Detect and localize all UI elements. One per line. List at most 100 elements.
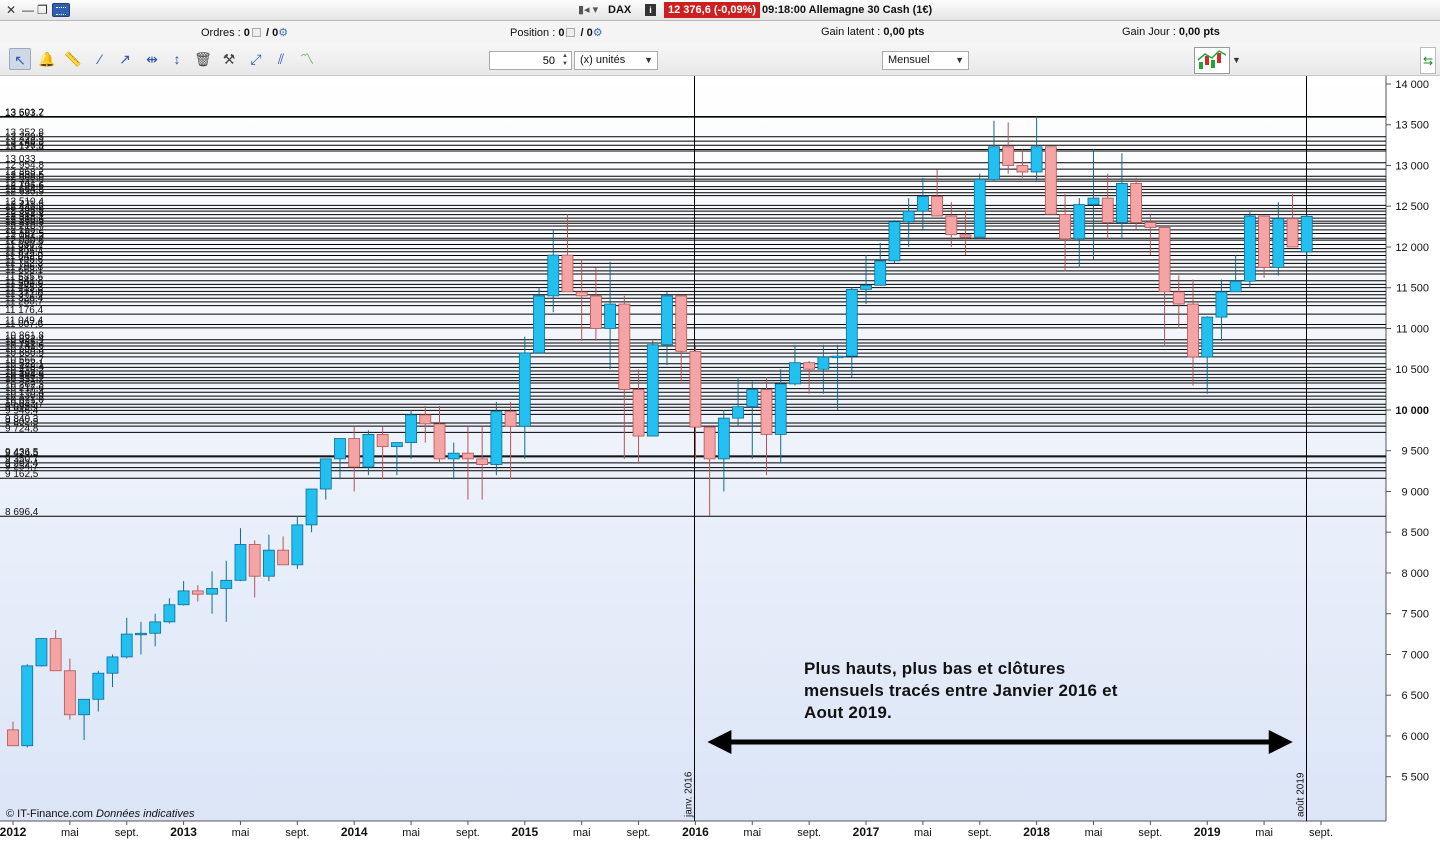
candle-up [319, 458, 332, 490]
candle-up [746, 389, 759, 408]
info-icon[interactable]: i [645, 4, 656, 16]
position-settings-icon[interactable]: ⚙ [593, 27, 603, 39]
candle-down [1286, 218, 1299, 248]
indicator-icon[interactable]: 〽 [296, 48, 318, 70]
candle-up [547, 254, 560, 297]
candle-up [789, 362, 801, 385]
x-axis: 2012 mai sept. 2013 mai sept. 2014 mai sept. 2015… [0, 821, 1333, 839]
position-info: Position : 0 / 0⚙ [510, 26, 603, 39]
y-tick-label: 11 500 [1396, 283, 1429, 295]
candle-up [220, 579, 233, 589]
keyboard-icon[interactable] [52, 3, 70, 17]
cancel-orders-icon[interactable] [251, 28, 261, 37]
chevron-down-icon[interactable]: ▼ [1232, 55, 1241, 65]
candle-up [988, 146, 1000, 180]
orders-info: Ordres : 0 / 0⚙ [201, 26, 288, 39]
candle-up [732, 406, 744, 419]
candle-up [206, 588, 218, 595]
candle-down [1144, 222, 1157, 228]
candle-down [959, 234, 972, 238]
chart-type-button[interactable] [1194, 47, 1230, 74]
candle-up [291, 524, 304, 566]
minimize-icon[interactable]: — [22, 3, 34, 17]
orders-label: Ordres : [201, 27, 241, 39]
x-tick-label: sept. [115, 827, 139, 839]
candle-up [860, 284, 872, 290]
candlestick-chart[interactable]: 13 601,213 593,713 352,813 299,513 248,3… [0, 76, 1440, 841]
symbol-switch-icon[interactable]: ▮◂ ▾ [578, 3, 598, 16]
candle-up [518, 352, 531, 427]
candle-down [462, 452, 474, 460]
symbol-name[interactable]: DAX [608, 4, 631, 16]
chevron-down-icon: ▼ [644, 55, 653, 65]
candle-up [390, 442, 403, 448]
gain-latent-label: Gain latent : [821, 26, 881, 38]
close-position-icon[interactable] [566, 28, 576, 37]
x-tick-label: sept. [456, 827, 480, 839]
x-tick-label: mai [573, 827, 591, 839]
chevron-down-icon: ▼ [955, 55, 964, 65]
y-tick-label: 12 000 [1395, 242, 1429, 254]
candle-up [1300, 215, 1313, 253]
candle-up [78, 698, 90, 716]
candle-down [433, 423, 446, 460]
restore-icon[interactable]: ❐ [37, 3, 48, 17]
candle-down [504, 411, 517, 427]
candle-up [533, 295, 545, 354]
chart-window: ✕ — ❐ ▮◂ ▾ DAX i 12 376,6 (-0,09%) 09:18… [0, 0, 1440, 841]
candle-up [263, 549, 275, 577]
candle-down [632, 389, 645, 437]
candle-down [1130, 183, 1143, 223]
copyright-text: © IT-Finance.com [6, 808, 93, 820]
chart-area[interactable]: 13 601,2 13 593,7 13 352,8 13 299,5 13 248,3… [0, 76, 1440, 841]
y-tick-label: 6 000 [1401, 731, 1429, 743]
unit-select[interactable]: (x) unités ▼ [574, 51, 658, 70]
fibonacci-icon[interactable]: ⤢ [245, 48, 267, 70]
candle-down [49, 638, 62, 672]
candle-down [931, 196, 944, 217]
candle-up [447, 452, 460, 460]
date-marker-label: août 2019 [1296, 772, 1307, 817]
channel-icon[interactable]: ⫽ [270, 48, 292, 70]
line-icon[interactable]: ⁄ [89, 48, 111, 70]
x-tick-label: 2016 [682, 825, 709, 839]
candle-down [561, 254, 574, 293]
alert-bell-icon[interactable]: 🔔 [36, 48, 58, 70]
edit-tools-icon[interactable]: ⚒ [218, 48, 240, 70]
candle-down [277, 549, 290, 566]
y-axis-background [1386, 76, 1440, 841]
y-tick-label: 9 500 [1401, 446, 1429, 458]
candle-up [646, 344, 659, 437]
candle-down [575, 291, 588, 297]
x-tick-label: mai [61, 827, 79, 839]
candle-up [106, 656, 119, 674]
candle-down [1044, 146, 1057, 215]
side-panel-icon[interactable]: ⇆ [1420, 47, 1436, 74]
x-tick-label: 2014 [341, 825, 368, 839]
trash-icon[interactable]: 🗑 [192, 48, 214, 70]
quote-badge: 12 376,6 (-0,09%) [664, 2, 761, 18]
y-tick-label: 9 000 [1401, 486, 1429, 498]
close-icon[interactable]: ✕ [6, 3, 16, 17]
cursor-icon[interactable]: ↖ [9, 48, 31, 70]
x-tick-label: sept. [1309, 827, 1333, 839]
candle-up [1243, 215, 1256, 282]
candle-up [973, 178, 986, 238]
candle-down [476, 458, 489, 465]
x-tick-label: 2013 [170, 825, 197, 839]
candle-up [831, 355, 844, 359]
ruler-icon[interactable]: 📏 [62, 48, 84, 70]
period-select[interactable]: Mensuel ▼ [882, 51, 969, 70]
quantity-stepper[interactable]: ▲ ▼ [559, 52, 571, 69]
candle-down [689, 350, 702, 428]
trend-line-icon[interactable]: ↗ [114, 48, 136, 70]
candle-down [760, 389, 773, 435]
quote-info: 09:18:00 Allemagne 30 Cash (1€) [762, 4, 933, 16]
horizontal-line-icon[interactable]: ⇹ [141, 48, 163, 70]
orders-settings-icon[interactable]: ⚙ [278, 27, 288, 39]
date-marker-label: janv. 2016 [684, 771, 695, 818]
x-tick-label: mai [743, 827, 761, 839]
vertical-line-icon[interactable]: ↕ [166, 48, 188, 70]
candle-up [1087, 197, 1100, 206]
level-label: 13 593,7 [5, 108, 44, 119]
